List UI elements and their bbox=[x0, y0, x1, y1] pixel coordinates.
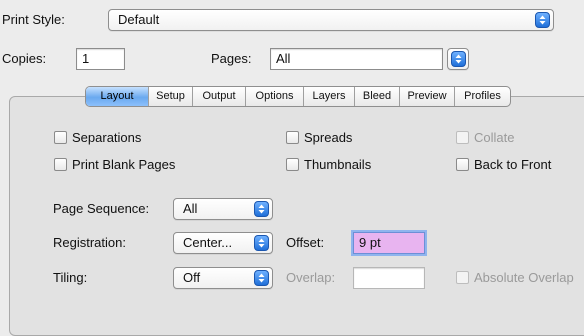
page-sequence-label: Page Sequence: bbox=[53, 201, 150, 216]
print-style-popup[interactable]: Default bbox=[108, 9, 554, 31]
tab-profiles[interactable]: Profiles bbox=[454, 87, 510, 106]
back-to-front-label: Back to Front bbox=[474, 157, 552, 172]
collate-label: Collate bbox=[474, 130, 515, 145]
pages-menu-button[interactable] bbox=[447, 48, 469, 70]
popup-arrows-icon bbox=[451, 51, 466, 67]
back-to-front-checkbox[interactable] bbox=[456, 158, 469, 171]
tiling-value: Off bbox=[183, 270, 201, 285]
print-style-label: Print Style: bbox=[2, 12, 65, 27]
separations-label: Separations bbox=[72, 130, 142, 145]
tab-layout[interactable]: Layout bbox=[86, 87, 148, 106]
offset-value: 9 pt bbox=[359, 235, 381, 250]
absolute-overlap-checkbox[interactable] bbox=[456, 271, 469, 284]
tab-bleed[interactable]: Bleed bbox=[354, 87, 399, 106]
tab-bar: Layout Setup Output Options Layers Bleed… bbox=[85, 86, 511, 107]
page-sequence-value: All bbox=[183, 201, 198, 216]
tab-layers[interactable]: Layers bbox=[303, 87, 354, 106]
popup-arrows-icon bbox=[535, 12, 550, 28]
copies-value: 1 bbox=[82, 51, 90, 66]
popup-arrows-icon bbox=[254, 270, 269, 286]
tiling-popup[interactable]: Off bbox=[173, 267, 273, 289]
registration-popup[interactable]: Center... bbox=[173, 232, 273, 254]
print-blank-pages-checkbox[interactable] bbox=[54, 158, 67, 171]
pages-value: All bbox=[276, 51, 291, 66]
spreads-label: Spreads bbox=[304, 130, 353, 145]
collate-checkbox[interactable] bbox=[456, 131, 469, 144]
registration-label: Registration: bbox=[53, 235, 126, 250]
copies-label: Copies: bbox=[2, 51, 47, 66]
thumbnails-checkbox[interactable] bbox=[286, 158, 299, 171]
pages-field[interactable]: All bbox=[270, 48, 443, 70]
registration-value: Center... bbox=[183, 235, 233, 250]
separations-checkbox[interactable] bbox=[54, 131, 67, 144]
pages-label: Pages: bbox=[211, 51, 252, 66]
popup-arrows-icon bbox=[254, 201, 269, 217]
tab-setup[interactable]: Setup bbox=[148, 87, 192, 106]
offset-field[interactable]: 9 pt bbox=[353, 232, 425, 254]
overlap-field[interactable] bbox=[353, 267, 425, 289]
overlap-label: Overlap: bbox=[286, 270, 336, 285]
thumbnails-label: Thumbnails bbox=[304, 157, 372, 172]
spreads-checkbox[interactable] bbox=[286, 131, 299, 144]
popup-arrows-icon bbox=[254, 235, 269, 251]
page-sequence-popup[interactable]: All bbox=[173, 198, 273, 220]
tab-output[interactable]: Output bbox=[192, 87, 245, 106]
copies-field[interactable]: 1 bbox=[76, 48, 125, 70]
print-style-value: Default bbox=[118, 12, 160, 27]
print-blank-pages-label: Print Blank Pages bbox=[72, 157, 176, 172]
tab-preview[interactable]: Preview bbox=[399, 87, 454, 106]
offset-label: Offset: bbox=[286, 235, 325, 250]
absolute-overlap-label: Absolute Overlap bbox=[474, 270, 574, 285]
tiling-label: Tiling: bbox=[53, 270, 88, 285]
tab-options[interactable]: Options bbox=[245, 87, 303, 106]
